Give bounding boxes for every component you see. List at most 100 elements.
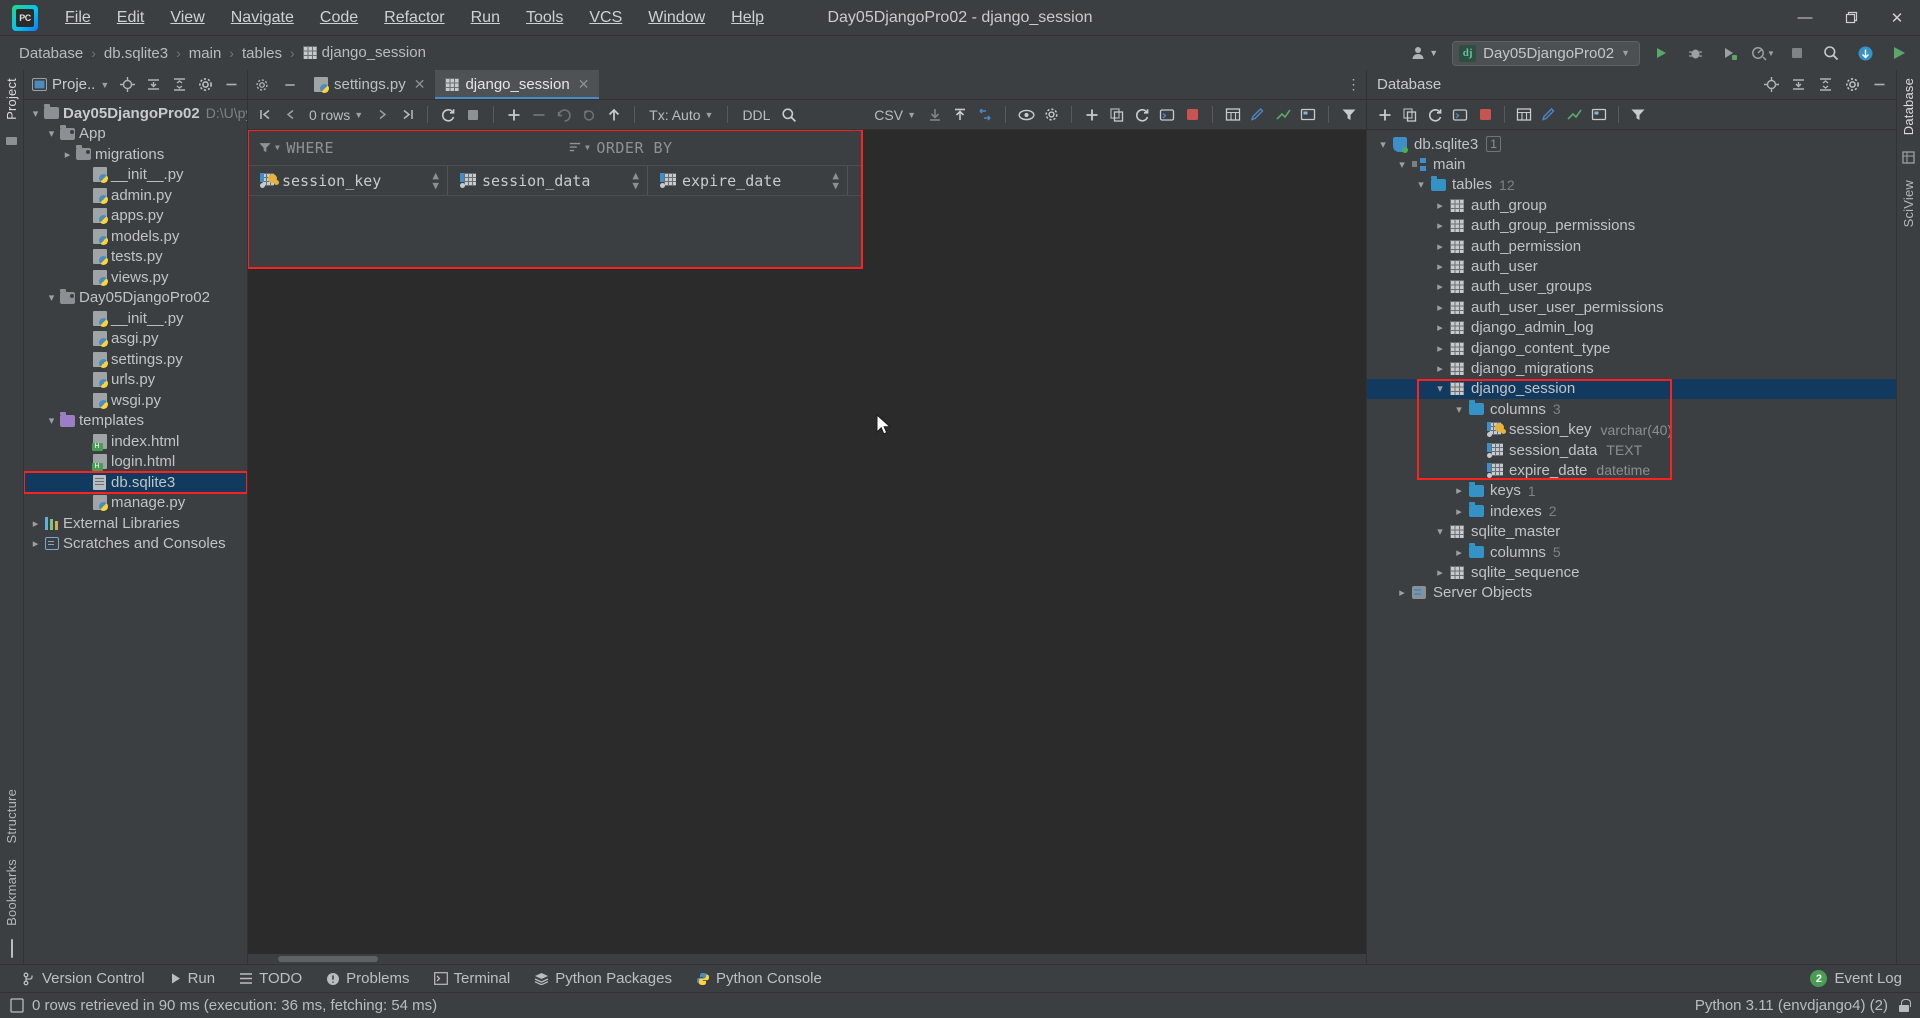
column-header-expire-date[interactable]: expire_date ▲ ▼	[648, 166, 848, 195]
transaction-mode-selector[interactable]: Tx: Auto ▼	[643, 105, 719, 125]
close-button[interactable]: ✕	[1874, 0, 1920, 36]
tab-settings-py[interactable]: settings.py ✕	[304, 70, 435, 99]
chevron-right-icon[interactable]: ▸	[1432, 219, 1448, 232]
compare-icon[interactable]	[973, 103, 997, 127]
database-tree-item[interactable]: ▸ django_content_type	[1367, 338, 1896, 358]
first-page-icon[interactable]	[253, 103, 277, 127]
delete-row-icon[interactable]	[527, 103, 551, 127]
tool-version-control[interactable]: Version Control	[10, 968, 157, 989]
chevron-right-icon[interactable]: ▸	[1432, 321, 1448, 334]
filter-icon[interactable]	[1337, 103, 1361, 127]
ide-assistant-icon[interactable]	[1886, 40, 1912, 66]
menu-edit[interactable]: Edit	[104, 4, 158, 32]
database-tree-item[interactable]: ▾ main	[1367, 154, 1896, 174]
bookmark-icon[interactable]	[10, 939, 13, 958]
database-tree-item[interactable]: ▸ auth_user	[1367, 256, 1896, 276]
row-count-selector[interactable]: 0 rows ▼	[303, 105, 369, 125]
expand-all-icon[interactable]	[1785, 72, 1811, 98]
project-tree-item[interactable]: admin.py	[24, 185, 247, 206]
tool-python-packages[interactable]: Python Packages	[522, 968, 684, 989]
chevron-down-icon[interactable]: ▾	[1413, 178, 1429, 191]
diagram-icon[interactable]	[1587, 103, 1611, 127]
tool-terminal[interactable]: Terminal	[422, 968, 523, 989]
stop-icon[interactable]	[1784, 40, 1810, 66]
database-tree-item[interactable]: ▾ django_session	[1367, 378, 1896, 400]
sciview-grid-icon[interactable]	[1902, 151, 1915, 164]
ddl-button[interactable]: DDL	[736, 105, 776, 125]
chevron-right-icon[interactable]: ▸	[1394, 586, 1410, 599]
commit-icon[interactable]	[5, 134, 18, 147]
expand-all-icon[interactable]	[141, 72, 165, 98]
data-settings-icon[interactable]	[1039, 103, 1063, 127]
export-format-selector[interactable]: CSV ▼	[868, 105, 922, 125]
strip-structure[interactable]: Structure	[4, 781, 19, 852]
strip-database[interactable]: Database	[1901, 70, 1916, 143]
chevron-right-icon[interactable]: ▸	[1432, 260, 1448, 273]
project-tree-item[interactable]: ▸ migrations	[24, 144, 247, 165]
unlocked-icon[interactable]	[1898, 999, 1911, 1012]
database-tree-item[interactable]: ▾ tables 12	[1367, 175, 1896, 195]
stop-query-icon[interactable]	[1180, 103, 1204, 127]
column-header-session-data[interactable]: session_data ▲ ▼	[448, 166, 648, 195]
settings-gear-icon[interactable]	[1839, 72, 1865, 98]
database-tree-item[interactable]: ▸ sqlite_sequence	[1367, 562, 1896, 582]
database-tree-item[interactable]: ▸ django_admin_log	[1367, 318, 1896, 338]
refresh-tables-icon[interactable]	[1130, 103, 1154, 127]
menu-refactor[interactable]: Refactor	[371, 4, 457, 32]
preview-icon[interactable]	[1014, 103, 1038, 127]
menu-file[interactable]: File	[52, 4, 104, 32]
search-everywhere-icon[interactable]	[1818, 40, 1844, 66]
chevron-right-icon[interactable]: ▸	[28, 537, 43, 550]
chevron-right-icon[interactable]: ▸	[1451, 546, 1467, 559]
tab-close-icon[interactable]: ✕	[578, 76, 590, 93]
chevron-right-icon[interactable]: ▸	[1432, 342, 1448, 355]
database-tree-item[interactable]: ▸ keys 1	[1367, 481, 1896, 501]
table-editor-icon[interactable]	[1512, 103, 1536, 127]
jump-to-console-icon[interactable]	[1155, 103, 1179, 127]
editor-settings-icon[interactable]	[248, 70, 276, 99]
project-tree-item[interactable]: ▾ Day05DjangoPro02	[24, 288, 247, 309]
update-icon[interactable]	[1852, 40, 1878, 66]
chevron-right-icon[interactable]: ▸	[28, 517, 43, 530]
chevron-right-icon[interactable]: ▸	[60, 148, 75, 161]
menu-window[interactable]: Window	[635, 4, 718, 32]
project-tree-item[interactable]: urls.py	[24, 370, 247, 391]
chevron-down-icon[interactable]: ▾	[1432, 525, 1448, 538]
project-tree-item[interactable]: login.html	[24, 452, 247, 473]
diagram-icon[interactable]	[1296, 103, 1320, 127]
user-icon[interactable]: ▼	[1404, 43, 1444, 63]
jump-to-console-icon[interactable]	[1448, 103, 1472, 127]
hide-panel-icon[interactable]	[1866, 72, 1892, 98]
tab-django-session[interactable]: django_session ✕	[435, 70, 600, 99]
project-tree-item[interactable]: ▾ Day05DjangoPro02 D:\U\pyth	[24, 103, 247, 124]
chevron-down-icon[interactable]: ▾	[1394, 158, 1410, 171]
locate-icon[interactable]	[1758, 72, 1784, 98]
project-tree-item[interactable]: db.sqlite3	[24, 471, 247, 494]
chevron-right-icon[interactable]: ▸	[1432, 566, 1448, 579]
add-table-icon[interactable]	[1080, 103, 1104, 127]
chevron-right-icon[interactable]: ▸	[1451, 484, 1467, 497]
export-icon[interactable]	[948, 103, 972, 127]
table-editor-icon[interactable]	[1221, 103, 1245, 127]
event-log[interactable]: 2 Event Log	[1810, 970, 1910, 987]
collapse-all-icon[interactable]	[167, 72, 191, 98]
stop-icon[interactable]	[1473, 103, 1497, 127]
hide-panel-icon[interactable]	[219, 72, 243, 98]
chevron-down-icon[interactable]: ▾	[44, 414, 59, 427]
refresh-icon[interactable]	[1423, 103, 1447, 127]
duplicate-icon[interactable]	[1105, 103, 1129, 127]
sort-toggle-icon[interactable]: ▲ ▼	[414, 170, 439, 191]
scrollbar-thumb[interactable]	[278, 956, 378, 962]
debug-icon[interactable]	[1682, 40, 1708, 66]
menu-tools[interactable]: Tools	[513, 4, 576, 32]
sort-toggle-icon[interactable]: ▲ ▼	[614, 170, 639, 191]
database-tree-item[interactable]: ▸ auth_group_permissions	[1367, 216, 1896, 236]
project-tree-item[interactable]: __init__.py	[24, 308, 247, 329]
settings-gear-icon[interactable]	[193, 72, 217, 98]
menu-view[interactable]: View	[157, 4, 217, 32]
breadcrumb-main[interactable]: main	[184, 43, 227, 64]
search-icon[interactable]	[777, 103, 801, 127]
project-tree-item[interactable]: apps.py	[24, 206, 247, 227]
project-tree-item[interactable]: ▾ templates	[24, 411, 247, 432]
menu-help[interactable]: Help	[718, 4, 777, 32]
